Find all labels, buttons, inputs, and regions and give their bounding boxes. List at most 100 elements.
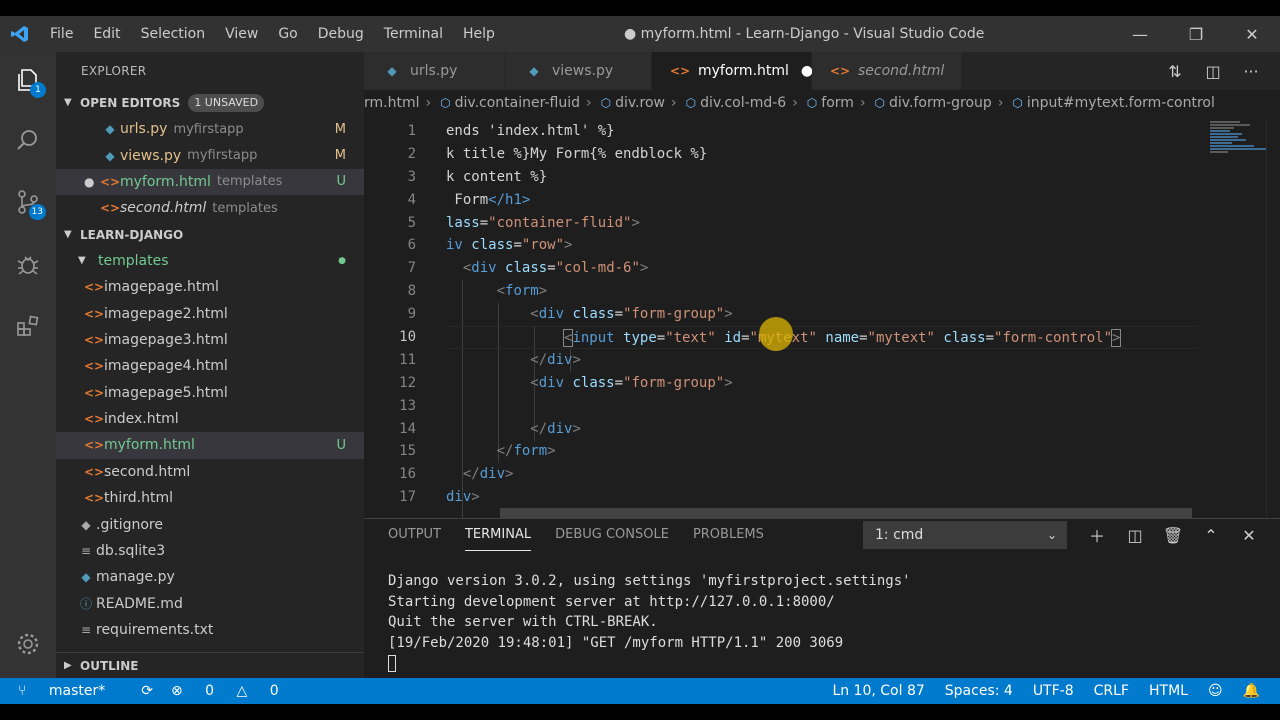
unsaved-dot-icon[interactable]: ●	[84, 175, 100, 189]
minimap[interactable]	[1206, 120, 1270, 518]
file-name: second.html	[120, 200, 207, 217]
file-name: imagepage4.html	[104, 358, 228, 375]
source-control-icon[interactable]: 13	[8, 182, 48, 222]
open-editor-myform[interactable]: ● <> myform.html templates U	[56, 168, 364, 196]
close-panel-icon[interactable]: ✕	[1230, 526, 1268, 545]
file-imagepage5[interactable]: <> imagepage5.html	[56, 380, 364, 406]
terminal-select[interactable]: 1: cmd ⌄	[863, 521, 1067, 549]
menu-view[interactable]: View	[215, 16, 268, 52]
file-name: requirements.txt	[96, 622, 214, 639]
file-db-sqlite3[interactable]: ≡ db.sqlite3	[56, 538, 364, 564]
breadcrumb-row[interactable]: ⬡ div.row ›	[595, 95, 680, 111]
file-myform[interactable]: <> myform.html U	[56, 432, 364, 459]
file-imagepage[interactable]: <> imagepage.html	[56, 274, 364, 300]
code-bracket: >	[471, 489, 480, 506]
terminal-output[interactable]: Django version 3.0.2, using settings 'my…	[388, 571, 911, 674]
line-ending[interactable]: CRLF	[1094, 683, 1129, 699]
outline-label: OUTLINE	[80, 658, 139, 673]
open-editor-views[interactable]: ◆ views.py myfirstapp M	[56, 142, 364, 168]
file-name: .gitignore	[96, 516, 163, 533]
error-count: 0	[205, 683, 215, 699]
breadcrumb-input[interactable]: ⬡ input#mytext.form-control	[1006, 95, 1214, 111]
tab-urls-py[interactable]: ◆ urls.py	[364, 52, 506, 90]
maximize-panel-icon[interactable]: ⌃	[1192, 526, 1230, 545]
html-file-icon: <>	[84, 306, 105, 321]
split-editor-icon[interactable]: ◫	[1194, 62, 1232, 81]
file-gitignore[interactable]: ◆ .gitignore	[56, 511, 364, 537]
file-imagepage4[interactable]: <> imagepage4.html	[56, 353, 364, 379]
tab-problems[interactable]: PROBLEMS	[693, 519, 764, 551]
menu-go[interactable]: Go	[268, 16, 307, 52]
file-manage-py[interactable]: ◆ manage.py	[56, 564, 364, 590]
file-name: imagepage3.html	[104, 331, 228, 348]
encoding[interactable]: UTF-8	[1033, 683, 1074, 699]
file-imagepage2[interactable]: <> imagepage2.html	[56, 300, 364, 326]
more-actions-icon[interactable]: ···	[1232, 62, 1270, 81]
open-editor-second[interactable]: <> second.html templates	[56, 195, 364, 221]
close-window-button[interactable]: ✕	[1224, 16, 1280, 52]
vertical-scrollbar[interactable]	[1266, 120, 1280, 518]
feedback-icon[interactable]: ☺	[1208, 683, 1223, 699]
file-imagepage3[interactable]: <> imagepage3.html	[56, 327, 364, 353]
code-lines: ends 'index.html' %} k title %}My Form{%…	[446, 120, 1198, 509]
file-third[interactable]: <> third.html	[56, 485, 364, 511]
branch-name: master*	[48, 683, 106, 699]
explorer-icon[interactable]: 1	[8, 60, 48, 100]
cursor-position[interactable]: Ln 10, Col 87	[832, 683, 924, 699]
line-number-gutter: 1 2 3 4 5 6 7 8 9 10 11 12 13 14 15 16 1…	[364, 120, 416, 509]
notifications-bell-icon[interactable]: 🔔	[1243, 683, 1260, 699]
menu-file[interactable]: File	[40, 16, 83, 52]
code-bracket: >	[639, 260, 649, 277]
menu-terminal[interactable]: Terminal	[374, 16, 453, 52]
settings-gear-icon[interactable]	[8, 624, 48, 664]
language-mode[interactable]: HTML	[1149, 683, 1188, 699]
search-icon[interactable]	[8, 120, 48, 160]
outline-header[interactable]: ▶ OUTLINE	[56, 652, 364, 678]
breadcrumb-form[interactable]: ⬡ form ›	[801, 95, 869, 111]
debug-icon[interactable]	[8, 244, 48, 284]
element-icon: ⬡	[440, 96, 451, 110]
problems-status[interactable]: ⊗ 0 △ 0	[171, 683, 297, 699]
horizontal-scrollbar[interactable]	[500, 508, 1192, 518]
tab-output[interactable]: OUTPUT	[388, 519, 441, 551]
breadcrumb-file[interactable]: rm.html ›	[364, 95, 434, 111]
restore-button[interactable]: ❐	[1168, 16, 1224, 52]
tab-second-html[interactable]: <> second.html	[812, 52, 962, 90]
breadcrumb-form-group[interactable]: ⬡ div.form-group ›	[869, 95, 1007, 111]
sync-icon[interactable]: ⟳	[141, 683, 153, 699]
file-index[interactable]: <> index.html	[56, 406, 364, 432]
tab-debug-console[interactable]: DEBUG CONSOLE	[555, 519, 669, 551]
project-header[interactable]: ▼ LEARN-DJANGO	[56, 222, 364, 248]
file-requirements[interactable]: ≡ requirements.txt	[56, 617, 364, 643]
open-editors-header[interactable]: ▼ OPEN EDITORS 1 UNSAVED	[56, 90, 364, 116]
branch-status[interactable]: ⑂ master*	[18, 683, 123, 699]
split-terminal-icon[interactable]: ◫	[1116, 526, 1154, 545]
indentation[interactable]: Spaces: 4	[945, 683, 1013, 699]
html-file-icon: <>	[84, 491, 105, 506]
new-terminal-icon[interactable]: ＋	[1078, 523, 1116, 547]
menu-debug[interactable]: Debug	[308, 16, 374, 52]
breadcrumb-label: div.row	[615, 95, 665, 111]
code-line: k title %}My Form{% endblock %}	[446, 143, 1198, 166]
tab-terminal[interactable]: TERMINAL	[464, 519, 532, 551]
minimize-button[interactable]: —	[1112, 16, 1168, 52]
menu-selection[interactable]: Selection	[131, 16, 216, 52]
folder-name: templates	[98, 252, 169, 269]
file-second[interactable]: <> second.html	[56, 459, 364, 485]
breadcrumb-col[interactable]: ⬡ div.col-md-6 ›	[680, 95, 801, 111]
folder-templates[interactable]: ▼ templates ●	[56, 248, 364, 274]
kill-terminal-icon[interactable]: 🗑	[1154, 526, 1192, 545]
menu-help[interactable]: Help	[453, 16, 505, 52]
open-changes-icon[interactable]: ⇅	[1156, 62, 1194, 81]
code-text: k content %}	[446, 168, 548, 185]
open-editor-urls[interactable]: ◆ urls.py myfirstapp M	[56, 116, 364, 142]
extensions-icon[interactable]	[8, 306, 48, 346]
breadcrumb: rm.html › ⬡ div.container-fluid › ⬡ div.row ›…	[364, 90, 1280, 116]
tab-myform-html[interactable]: <> myform.html ●	[652, 52, 813, 90]
tab-views-py[interactable]: ◆ views.py	[506, 52, 652, 90]
file-readme[interactable]: ⓘ README.md	[56, 591, 364, 617]
menu-edit[interactable]: Edit	[83, 16, 130, 52]
breadcrumb-container-fluid[interactable]: ⬡ div.container-fluid ›	[434, 95, 594, 111]
code-editor[interactable]: 1 2 3 4 5 6 7 8 9 10 11 12 13 14 15 16 1…	[364, 120, 1280, 518]
vscode-logo-icon	[0, 16, 40, 52]
